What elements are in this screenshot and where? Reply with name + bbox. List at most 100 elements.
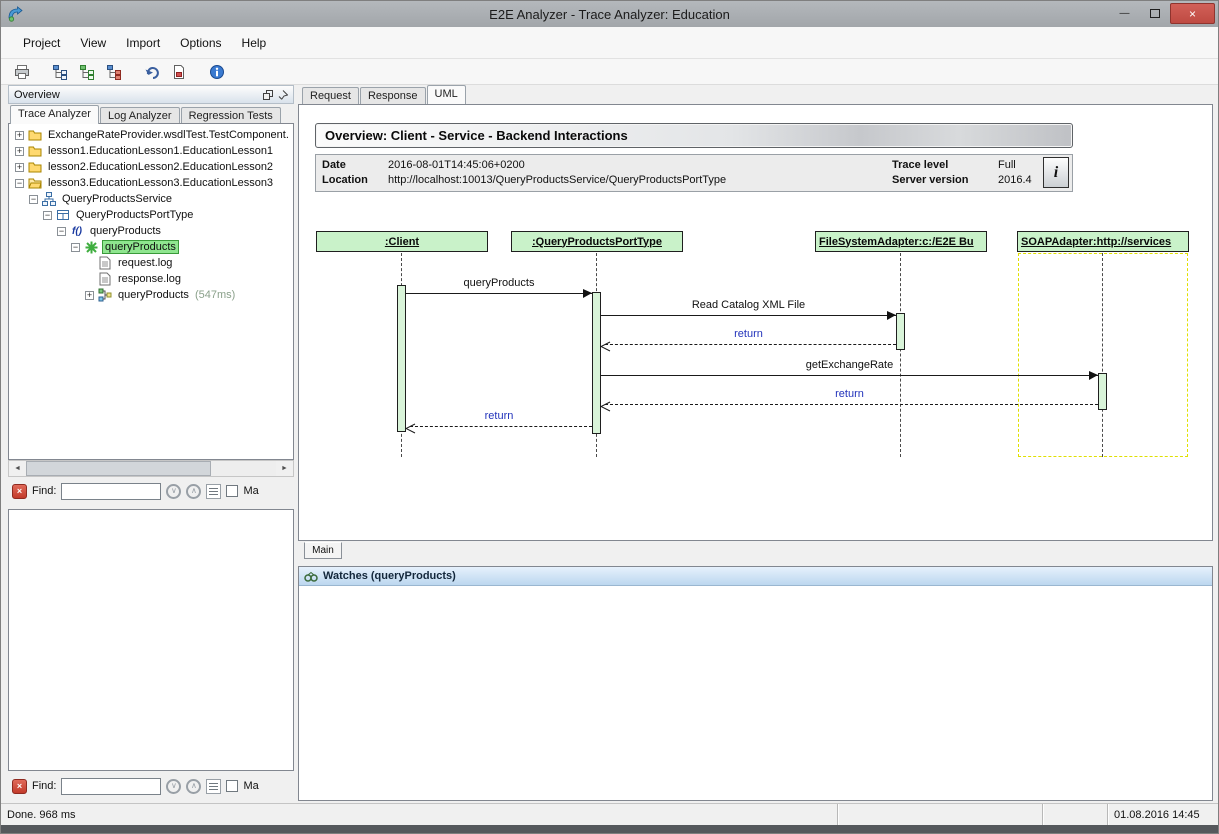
watches-panel: Watches (queryProducts) xyxy=(298,566,1213,801)
message-label[interactable]: getExchangeRate xyxy=(601,359,1098,371)
info-toolbar-button[interactable] xyxy=(206,61,228,83)
lifeline-client[interactable]: :Client xyxy=(316,231,488,252)
window-title: E2E Analyzer - Trace Analyzer: Education xyxy=(1,7,1218,22)
minimize-button[interactable]: — xyxy=(1110,3,1139,24)
menu-options[interactable]: Options xyxy=(170,31,231,55)
message-label[interactable]: return xyxy=(601,328,896,340)
tree-item[interactable]: response.log xyxy=(9,271,293,287)
main-tabs: Request Response UML xyxy=(298,85,467,104)
trace-tree-button-3[interactable] xyxy=(103,61,125,83)
message-line xyxy=(601,375,1098,376)
tree-item[interactable]: + queryProducts (547ms) xyxy=(9,287,293,303)
close-button[interactable]: × xyxy=(1170,3,1215,24)
find-options-button[interactable] xyxy=(206,484,221,499)
expand-toggle-icon[interactable]: + xyxy=(15,147,24,156)
undo-button[interactable] xyxy=(141,61,163,83)
trace-tree-button-1[interactable] xyxy=(49,61,71,83)
uml-diagram: Overview: Client - Service - Backend Int… xyxy=(298,104,1213,541)
expand-toggle-icon[interactable]: + xyxy=(15,131,24,140)
date-value: 2016-08-01T14:45:06+0200 xyxy=(388,159,525,171)
info-button[interactable]: i xyxy=(1043,157,1069,188)
message-label[interactable]: Read Catalog XML File xyxy=(601,299,896,311)
log-file-icon xyxy=(99,272,111,286)
message-queryproducts: queryProducts xyxy=(406,277,592,303)
message-return: return xyxy=(601,328,896,354)
pin-icon[interactable] xyxy=(278,90,288,100)
tree-item[interactable]: request.log xyxy=(9,255,293,271)
tab-regression-tests[interactable]: Regression Tests xyxy=(181,107,281,124)
tree-horizontal-scrollbar[interactable]: ◄ ► xyxy=(8,460,294,477)
expand-toggle-icon[interactable]: − xyxy=(15,179,24,188)
tab-main[interactable]: Main xyxy=(304,542,342,559)
find-previous-button[interactable]: ∧ xyxy=(186,484,201,499)
trace-tree-button-2[interactable] xyxy=(76,61,98,83)
expand-toggle-icon[interactable]: + xyxy=(85,291,94,300)
tab-request[interactable]: Request xyxy=(302,87,359,104)
find-previous-button[interactable]: ∧ xyxy=(186,779,201,794)
message-label[interactable]: queryProducts xyxy=(406,277,592,289)
expand-toggle-icon[interactable]: − xyxy=(71,243,80,252)
status-datetime: 01.08.2016 14:45 xyxy=(1114,809,1200,821)
find-input[interactable] xyxy=(61,483,161,500)
menu-project[interactable]: Project xyxy=(13,31,70,55)
tree-item[interactable]: + lesson2.EducationLesson2.EducationLess… xyxy=(9,159,293,175)
tab-response[interactable]: Response xyxy=(360,87,426,104)
date-label: Date xyxy=(322,159,346,171)
expand-toggle-icon[interactable]: − xyxy=(43,211,52,220)
tree-item[interactable]: − lesson3.EducationLesson3.EducationLess… xyxy=(9,175,293,191)
print-button[interactable] xyxy=(11,61,33,83)
expand-toggle-icon[interactable]: + xyxy=(15,163,24,172)
scroll-right-button[interactable]: ► xyxy=(276,461,293,476)
status-bar: Done. 968 ms 01.08.2016 14:45 xyxy=(1,803,1218,825)
tree-item[interactable]: + lesson1.EducationLesson1.EducationLess… xyxy=(9,143,293,159)
tree-item[interactable]: − QueryProductsService xyxy=(9,191,293,207)
trace-level-label: Trace level xyxy=(892,159,948,171)
scrollbar-thumb[interactable] xyxy=(26,461,211,476)
status-section xyxy=(1042,804,1107,825)
watches-header: Watches (queryProducts) xyxy=(299,567,1212,586)
scroll-left-button[interactable]: ◄ xyxy=(9,461,26,476)
float-window-icon[interactable] xyxy=(263,90,273,100)
expand-toggle-icon[interactable]: − xyxy=(57,227,66,236)
tree-item[interactable]: − f() queryProducts xyxy=(9,223,293,239)
overview-panel-title: Overview xyxy=(14,89,263,101)
expand-toggle-icon[interactable]: − xyxy=(29,195,38,204)
lifeline-soapadapter[interactable]: SOAPAdapter:http://services xyxy=(1017,231,1189,252)
match-case-checkbox[interactable] xyxy=(226,485,238,497)
find-input[interactable] xyxy=(61,778,161,795)
menu-help[interactable]: Help xyxy=(232,31,277,55)
tree-item[interactable]: − QueryProductsPortType xyxy=(9,207,293,223)
trace-icon xyxy=(98,288,112,302)
menu-view[interactable]: View xyxy=(70,31,116,55)
find-next-button[interactable]: ∨ xyxy=(166,484,181,499)
menu-import[interactable]: Import xyxy=(116,31,170,55)
folder-icon xyxy=(28,129,42,141)
match-case-label: Ma xyxy=(243,485,258,497)
message-line xyxy=(605,404,1098,405)
report-button[interactable] xyxy=(168,61,190,83)
find-clear-button[interactable]: × xyxy=(12,484,27,499)
list-icon xyxy=(209,487,218,496)
trace-tree: + ExchangeRateProvider.wsdlTest.TestComp… xyxy=(8,123,294,460)
match-case-label: Ma xyxy=(243,780,258,792)
tab-log-analyzer[interactable]: Log Analyzer xyxy=(100,107,180,124)
tab-uml[interactable]: UML xyxy=(427,85,466,104)
message-label[interactable]: return xyxy=(601,388,1098,400)
message-line xyxy=(410,426,592,427)
maximize-button[interactable] xyxy=(1140,3,1169,24)
list-icon xyxy=(209,782,218,791)
status-message: Done. 968 ms xyxy=(7,809,75,821)
tree-item-selected[interactable]: − queryProducts xyxy=(9,239,293,255)
find-clear-button[interactable]: × xyxy=(12,779,27,794)
message-label[interactable]: return xyxy=(406,410,592,422)
scrollbar-track[interactable] xyxy=(26,461,276,476)
window-frame-bottom xyxy=(1,825,1218,833)
lifeline-filesystemadapter[interactable]: FileSystemAdapter:c:/E2E Bu xyxy=(815,231,987,252)
lifeline-queryproductsporttype[interactable]: :QueryProductsPortType xyxy=(511,231,683,252)
tree-red-icon xyxy=(106,64,122,80)
tree-item[interactable]: + ExchangeRateProvider.wsdlTest.TestComp… xyxy=(9,127,293,143)
find-next-button[interactable]: ∨ xyxy=(166,779,181,794)
match-case-checkbox[interactable] xyxy=(226,780,238,792)
tab-trace-analyzer[interactable]: Trace Analyzer xyxy=(10,105,99,124)
find-options-button[interactable] xyxy=(206,779,221,794)
